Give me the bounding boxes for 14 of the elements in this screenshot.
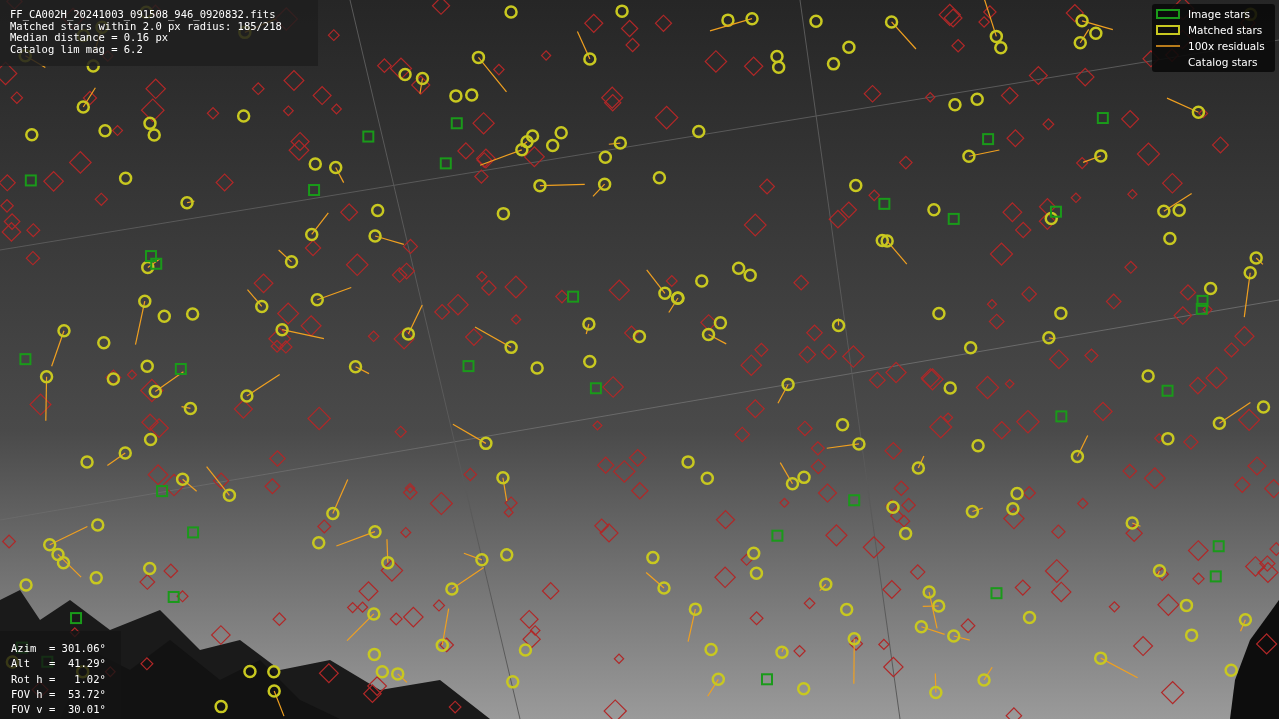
info-text: Catalog lim mag = 6.2 bbox=[10, 43, 143, 55]
info-text: Matched stars within 2.0 px radius: 185/218 bbox=[10, 20, 282, 32]
legend-label: Image stars bbox=[1188, 8, 1251, 20]
pointing-text: FOV h = 53.72° bbox=[11, 686, 106, 702]
info-text: FF_CA002H_20241003_091508_946_0920832.fits bbox=[10, 9, 276, 21]
pointing-text: Rot h = 1.02° bbox=[11, 671, 106, 687]
legend-label: Catalog stars bbox=[1188, 56, 1258, 68]
pointing-text: FOV v = 30.01° bbox=[11, 702, 106, 718]
legend-label: Matched stars bbox=[1188, 24, 1263, 36]
legend-label: 100x residuals bbox=[1188, 40, 1265, 52]
pointing-text: Alt = 41.29° bbox=[11, 656, 106, 672]
pointing-text: Azim = 301.06° bbox=[11, 641, 106, 656]
residual-line-icon bbox=[1156, 44, 1180, 48]
info-text: Median distance = 0.16 px bbox=[10, 32, 169, 44]
